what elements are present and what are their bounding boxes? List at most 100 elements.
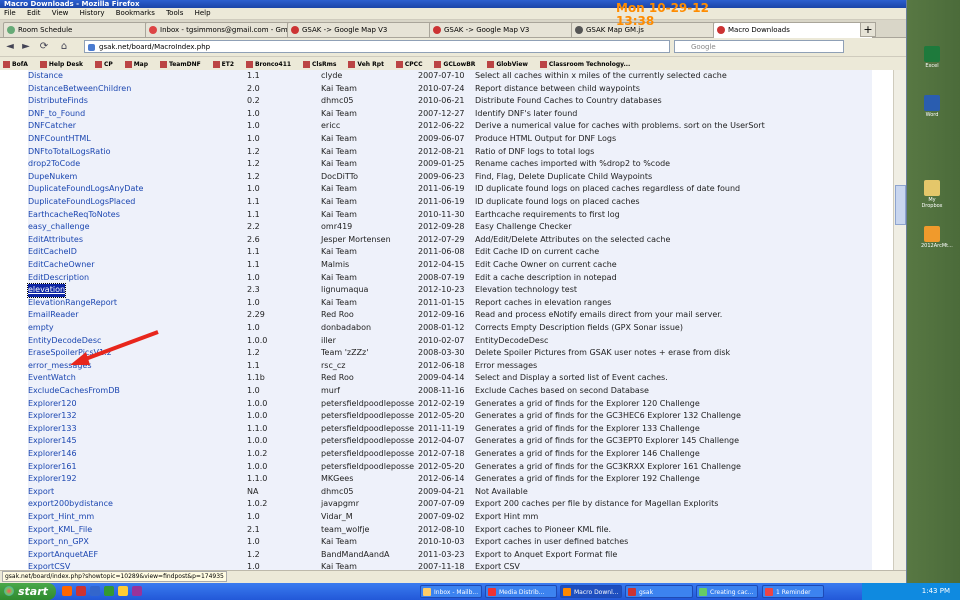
taskbar-button[interactable]: 1 Reminder <box>762 585 824 598</box>
taskbar-button[interactable]: Media Distrib... <box>485 585 557 598</box>
tab-gsak-map-1[interactable]: GSAK -> Google Map V3× <box>287 22 443 37</box>
macro-name-link[interactable]: Explorer120 <box>28 398 77 411</box>
macro-name-link[interactable]: easy_challenge <box>28 221 90 234</box>
macro-version: 2.2 <box>247 222 260 232</box>
bookmark-item[interactable]: TeamDNF <box>159 61 201 68</box>
macro-name-link[interactable]: DNFtoTotalLogsRatio <box>28 146 110 159</box>
macro-name-link[interactable]: EmailReader <box>28 309 79 322</box>
taskbar-button[interactable]: Macro Downl... <box>560 585 622 598</box>
macro-name-link[interactable]: empty <box>28 322 54 335</box>
macro-name-link[interactable]: ExcludeCachesFromDB <box>28 385 120 398</box>
bookmark-item[interactable]: CP <box>94 61 113 68</box>
quicklaunch-icon[interactable] <box>104 586 114 596</box>
macro-name-link[interactable]: DistanceBetweenChildren <box>28 83 131 96</box>
bookmark-item[interactable]: CPCC <box>395 61 422 68</box>
quicklaunch-icon[interactable] <box>76 586 86 596</box>
macro-name-link[interactable]: Explorer132 <box>28 410 77 423</box>
bookmark-item[interactable]: ET2 <box>212 61 234 68</box>
macro-name-link[interactable]: Explorer133 <box>28 423 77 436</box>
macro-description: ID duplicate found logs on placed caches… <box>475 184 741 194</box>
bookmark-item[interactable]: Veh Rpt <box>348 61 384 68</box>
taskbar-button[interactable]: Inbox - Mailb... <box>420 585 482 598</box>
bookmark-item[interactable]: GlobView <box>487 61 528 68</box>
macro-name-link[interactable]: DNF_to_Found <box>28 108 85 121</box>
macro-description: Identify DNF's later found <box>475 108 578 118</box>
taskbar-button[interactable]: gsak <box>625 585 693 598</box>
bookmark-item[interactable]: Map <box>124 61 148 68</box>
bookmark-item[interactable]: Classroom Technology... <box>539 61 630 68</box>
tab-gsak-map-2[interactable]: GSAK -> Google Map V3× <box>429 22 585 37</box>
macro-name-link[interactable]: ExportAnquetAEF <box>28 549 98 562</box>
macro-name-link[interactable]: ElevationRangeReport <box>28 297 117 310</box>
back-button[interactable]: ◄ <box>4 41 16 53</box>
macro-name-link[interactable]: drop2ToCode <box>28 158 80 171</box>
tab-room-schedule[interactable]: Room Schedule× <box>3 22 159 37</box>
macro-author: Jesper Mortensen <box>321 234 391 244</box>
home-button[interactable]: ⌂ <box>58 41 70 53</box>
macro-name-link[interactable]: EditDescription <box>28 272 89 285</box>
quicklaunch-icon[interactable] <box>132 586 142 596</box>
tab-gmail[interactable]: Inbox - tgsimmons@gmail.com - Gmail× <box>145 22 301 37</box>
menu-bookmarks[interactable]: Bookmarks <box>116 9 155 17</box>
bookmark-item[interactable]: GCLowBR <box>434 61 475 68</box>
macro-name-link[interactable]: Export_nn_GPX <box>28 536 89 549</box>
macro-name-link[interactable]: elevation <box>26 283 67 298</box>
macro-name-link[interactable]: EventWatch <box>28 372 76 385</box>
macro-name-link[interactable]: EditCacheOwner <box>28 259 95 272</box>
start-button[interactable]: start <box>0 583 56 600</box>
macro-author: Kai Team <box>321 209 357 219</box>
tray-clock[interactable]: 1:43 PM <box>922 587 950 595</box>
quicklaunch-icon[interactable] <box>62 586 72 596</box>
menu-history[interactable]: History <box>80 9 105 17</box>
macro-name-link[interactable]: EditCacheID <box>28 246 77 259</box>
new-tab-button[interactable]: + <box>860 22 876 37</box>
url-bar[interactable]: gsak.net/board/MacroIndex.php <box>84 40 670 53</box>
macro-name-link[interactable]: ExportCSV <box>28 561 70 570</box>
macro-name-link[interactable]: Distance <box>28 70 63 83</box>
bookmark-item[interactable]: Help Desk <box>39 61 83 68</box>
macro-name-link[interactable]: DistributeFinds <box>28 95 88 108</box>
macro-name-link[interactable]: DupeNukem <box>28 171 77 184</box>
macro-description: Report distance between child waypoints <box>475 83 640 93</box>
macro-name-link[interactable]: DNFCountHTML <box>28 133 91 146</box>
menu-edit[interactable]: Edit <box>27 9 41 17</box>
quicklaunch-icon[interactable] <box>90 586 100 596</box>
macro-name-link[interactable]: Explorer146 <box>28 448 77 461</box>
scroll-thumb[interactable] <box>895 185 906 225</box>
menu-file[interactable]: File <box>4 9 16 17</box>
desktop-icon-dropbox[interactable]: My Dropbox <box>921 180 943 209</box>
menu-tools[interactable]: Tools <box>166 9 183 17</box>
quicklaunch-icon[interactable] <box>118 586 128 596</box>
menu-help[interactable]: Help <box>195 9 211 17</box>
macro-version: 1.2 <box>247 549 260 559</box>
macro-name-link[interactable]: Explorer161 <box>28 461 77 474</box>
tab-favicon <box>7 26 15 34</box>
menu-view[interactable]: View <box>52 9 69 17</box>
bookmark-item[interactable]: ClsRms <box>303 61 336 68</box>
desktop-icon-excel[interactable]: Excel <box>921 46 943 69</box>
macro-name-link[interactable]: DuplicateFoundLogsAnyDate <box>28 183 143 196</box>
taskbar-button[interactable]: Creating cac... <box>696 585 758 598</box>
table-row: ExportCSV 1.0 Kai Team 2007-11-18 Export CSV <box>28 561 872 570</box>
desktop-icon-word[interactable]: Word <box>921 95 943 118</box>
macro-name-link[interactable]: Export_Hint_mm <box>28 511 94 524</box>
reload-button[interactable]: ⟳ <box>38 41 50 53</box>
macro-name-link[interactable]: Explorer192 <box>28 473 77 486</box>
bookmark-item[interactable]: BofA <box>3 61 28 68</box>
vertical-scrollbar[interactable] <box>893 70 906 570</box>
macro-name-link[interactable]: DuplicateFoundLogsPlaced <box>28 196 135 209</box>
macro-name-link[interactable]: Export_KML_File <box>28 524 92 537</box>
macro-name-link[interactable]: DNFCatcher <box>28 120 76 133</box>
tab-macro-downloads[interactable]: Macro Downloads× <box>713 22 873 38</box>
search-input[interactable]: Google <box>674 40 844 53</box>
bookmark-item[interactable]: Bronco411 <box>245 61 291 68</box>
macro-date: 2012-06-18 <box>418 360 465 370</box>
macro-name-link[interactable]: Export <box>28 486 54 499</box>
macro-name-link[interactable]: Explorer145 <box>28 435 77 448</box>
status-bar: gsak.net/board/index.php?showtopic=10289… <box>0 570 906 583</box>
macro-name-link[interactable]: EarthcacheReqToNotes <box>28 209 120 222</box>
macro-name-link[interactable]: EditAttributes <box>28 234 83 247</box>
forward-button[interactable]: ► <box>20 41 32 53</box>
desktop-icon-file[interactable]: 2012ArcMt... <box>921 226 953 249</box>
macro-name-link[interactable]: export200bydistance <box>28 498 113 511</box>
